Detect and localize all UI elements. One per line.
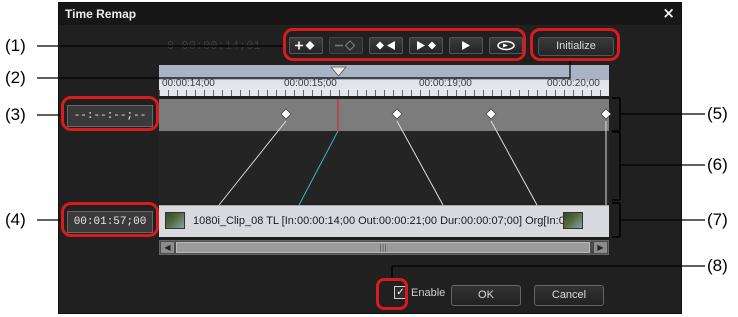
callout-ring-4 — [61, 202, 159, 237]
callout-3: (3) — [5, 105, 26, 124]
scroll-thumb[interactable]: ||| — [176, 242, 590, 253]
mapping-line — [490, 120, 538, 206]
callout-ring-1 — [283, 28, 526, 61]
mapping-line-current — [298, 130, 339, 206]
keyframe-marker — [280, 108, 292, 120]
callout-4: (4) — [5, 210, 26, 229]
playhead-handle — [330, 66, 347, 77]
callout-7: (7) — [707, 210, 728, 229]
callout-ring-3 — [61, 96, 159, 131]
ok-button[interactable]: OK — [451, 285, 521, 306]
keyframe-marker — [391, 108, 403, 120]
scroll-grip-icon: ||| — [379, 243, 388, 252]
keyframe-marker — [600, 108, 612, 120]
cancel-button[interactable]: Cancel — [534, 285, 604, 306]
keyframe-marker — [485, 108, 497, 120]
callout-6: (6) — [707, 155, 728, 174]
scroll-left-icon[interactable]: ◀ — [161, 242, 174, 253]
enable-label: Enable — [411, 286, 446, 299]
callout-1: (1) — [5, 36, 26, 55]
callout-ring-2 — [530, 28, 620, 61]
callout-5: (5) — [707, 104, 728, 123]
scroll-right-icon[interactable]: ▶ — [594, 242, 607, 253]
callout-2: (2) — [5, 68, 26, 87]
timeline-scrollbar[interactable]: ◀ ||| ▶ — [159, 240, 609, 255]
mapping-line — [218, 120, 287, 206]
callout-8: (8) — [707, 256, 728, 275]
mapping-line — [396, 120, 444, 206]
callout-ring-8 — [376, 278, 408, 310]
